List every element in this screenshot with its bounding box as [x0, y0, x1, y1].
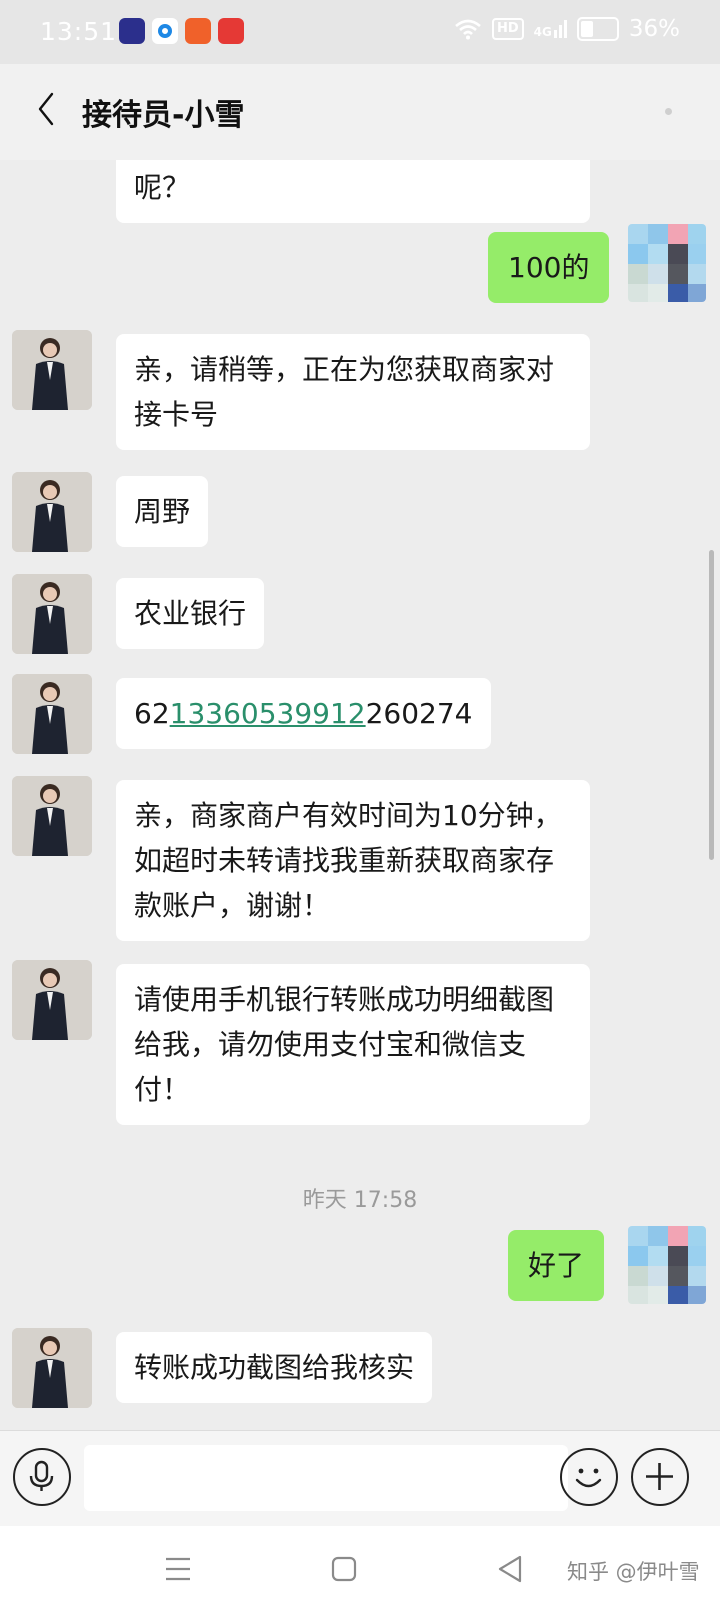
system-nav-bar: 知乎 @伊叶雪	[0, 1526, 720, 1612]
message-list[interactable]: 呢？ 100的 亲，请稍等，正在为您获取商家对接卡号 周野 农业银行 62133…	[0, 160, 720, 1430]
app-icon-blue-ring	[152, 18, 178, 44]
agent-avatar[interactable]	[12, 472, 92, 552]
message-timestamp: 昨天 17:58	[302, 1188, 418, 1213]
message-bubble-incoming[interactable]: 周野	[116, 476, 209, 547]
hd-badge: HD	[492, 18, 524, 40]
chat-header: 接待员-小雪	[0, 64, 720, 160]
agent-avatar[interactable]	[12, 776, 92, 856]
battery-icon	[576, 17, 619, 41]
status-right: HD 4G 36%	[454, 16, 680, 42]
plus-icon	[646, 1463, 673, 1490]
wifi-icon	[455, 19, 481, 40]
message-bubble-incoming[interactable]: 亲，请稍等，正在为您获取商家对接卡号	[116, 334, 590, 450]
app-icon-red-video	[218, 18, 244, 44]
menu-icon[interactable]	[164, 1556, 192, 1582]
signal-icon: 4G	[534, 20, 567, 38]
watermark: 知乎 @伊叶雪	[567, 1560, 700, 1584]
scrollbar[interactable]	[709, 550, 714, 860]
more-functions-button[interactable]	[631, 1448, 689, 1506]
message-bubble-incoming[interactable]: 呢？	[116, 160, 590, 223]
app-icon-orange	[185, 18, 211, 44]
message-text: 呢？	[134, 171, 191, 204]
message-text: 亲，商家商户有效时间为10分钟，如超时未转请找我重新获取商家存款账户，谢谢！	[134, 799, 562, 922]
network-type: 4G	[533, 25, 552, 39]
status-time: 13:51	[40, 17, 118, 46]
message-bubble-incoming[interactable]: 农业银行	[116, 578, 265, 649]
message-bubble-outgoing[interactable]: 好了	[508, 1230, 605, 1301]
phone-number-link[interactable]: 13360539912	[170, 697, 366, 730]
message-text: 请使用手机银行转账成功明细截图给我，请勿使用支付宝和微信支付！	[134, 983, 555, 1106]
battery-percent: 36%	[628, 16, 680, 42]
message-text: 亲，请稍等，正在为您获取商家对接卡号	[134, 353, 555, 431]
my-avatar[interactable]	[628, 224, 706, 302]
agent-avatar[interactable]	[12, 960, 92, 1040]
battery-level	[580, 21, 593, 37]
message-bubble-incoming[interactable]: 请使用手机银行转账成功明细截图给我，请勿使用支付宝和微信支付！	[116, 964, 590, 1125]
smiley-icon	[575, 1468, 602, 1488]
status-bar: 13:51 HD 4G 36%	[0, 0, 720, 64]
agent-avatar[interactable]	[12, 330, 92, 410]
more-menu-button[interactable]	[665, 108, 672, 115]
microphone-icon	[29, 1460, 54, 1491]
back-arrow-icon[interactable]	[36, 91, 56, 127]
message-bubble-incoming[interactable]: 转账成功截图给我核实	[116, 1332, 433, 1403]
message-bubble-outgoing[interactable]: 100的	[488, 232, 610, 303]
message-text: 62	[134, 697, 170, 730]
message-text: 好了	[528, 1249, 585, 1282]
message-bubble-incoming[interactable]: 6213360539912260274	[116, 678, 491, 749]
notification-icons	[119, 18, 244, 44]
my-avatar[interactable]	[628, 1226, 706, 1304]
agent-avatar[interactable]	[12, 1328, 92, 1408]
chat-title: 接待员-小雪	[82, 98, 245, 133]
message-bubble-incoming[interactable]: 亲，商家商户有效时间为10分钟，如超时未转请找我重新获取商家存款账户，谢谢！	[116, 780, 590, 941]
message-text: 农业银行	[134, 597, 247, 630]
message-text: 转账成功截图给我核实	[134, 1351, 415, 1384]
input-bar	[0, 1430, 720, 1527]
message-text: 100的	[508, 251, 590, 284]
home-icon[interactable]	[331, 1556, 357, 1582]
agent-avatar[interactable]	[12, 674, 92, 754]
emoji-button[interactable]	[560, 1448, 618, 1506]
back-nav-icon[interactable]	[496, 1554, 524, 1584]
message-text: 周野	[134, 495, 191, 528]
agent-avatar[interactable]	[12, 574, 92, 654]
message-text: 260274	[365, 697, 473, 730]
voice-input-button[interactable]	[13, 1448, 71, 1506]
app-icon-dark-blue	[119, 18, 145, 44]
message-input[interactable]	[84, 1445, 568, 1511]
